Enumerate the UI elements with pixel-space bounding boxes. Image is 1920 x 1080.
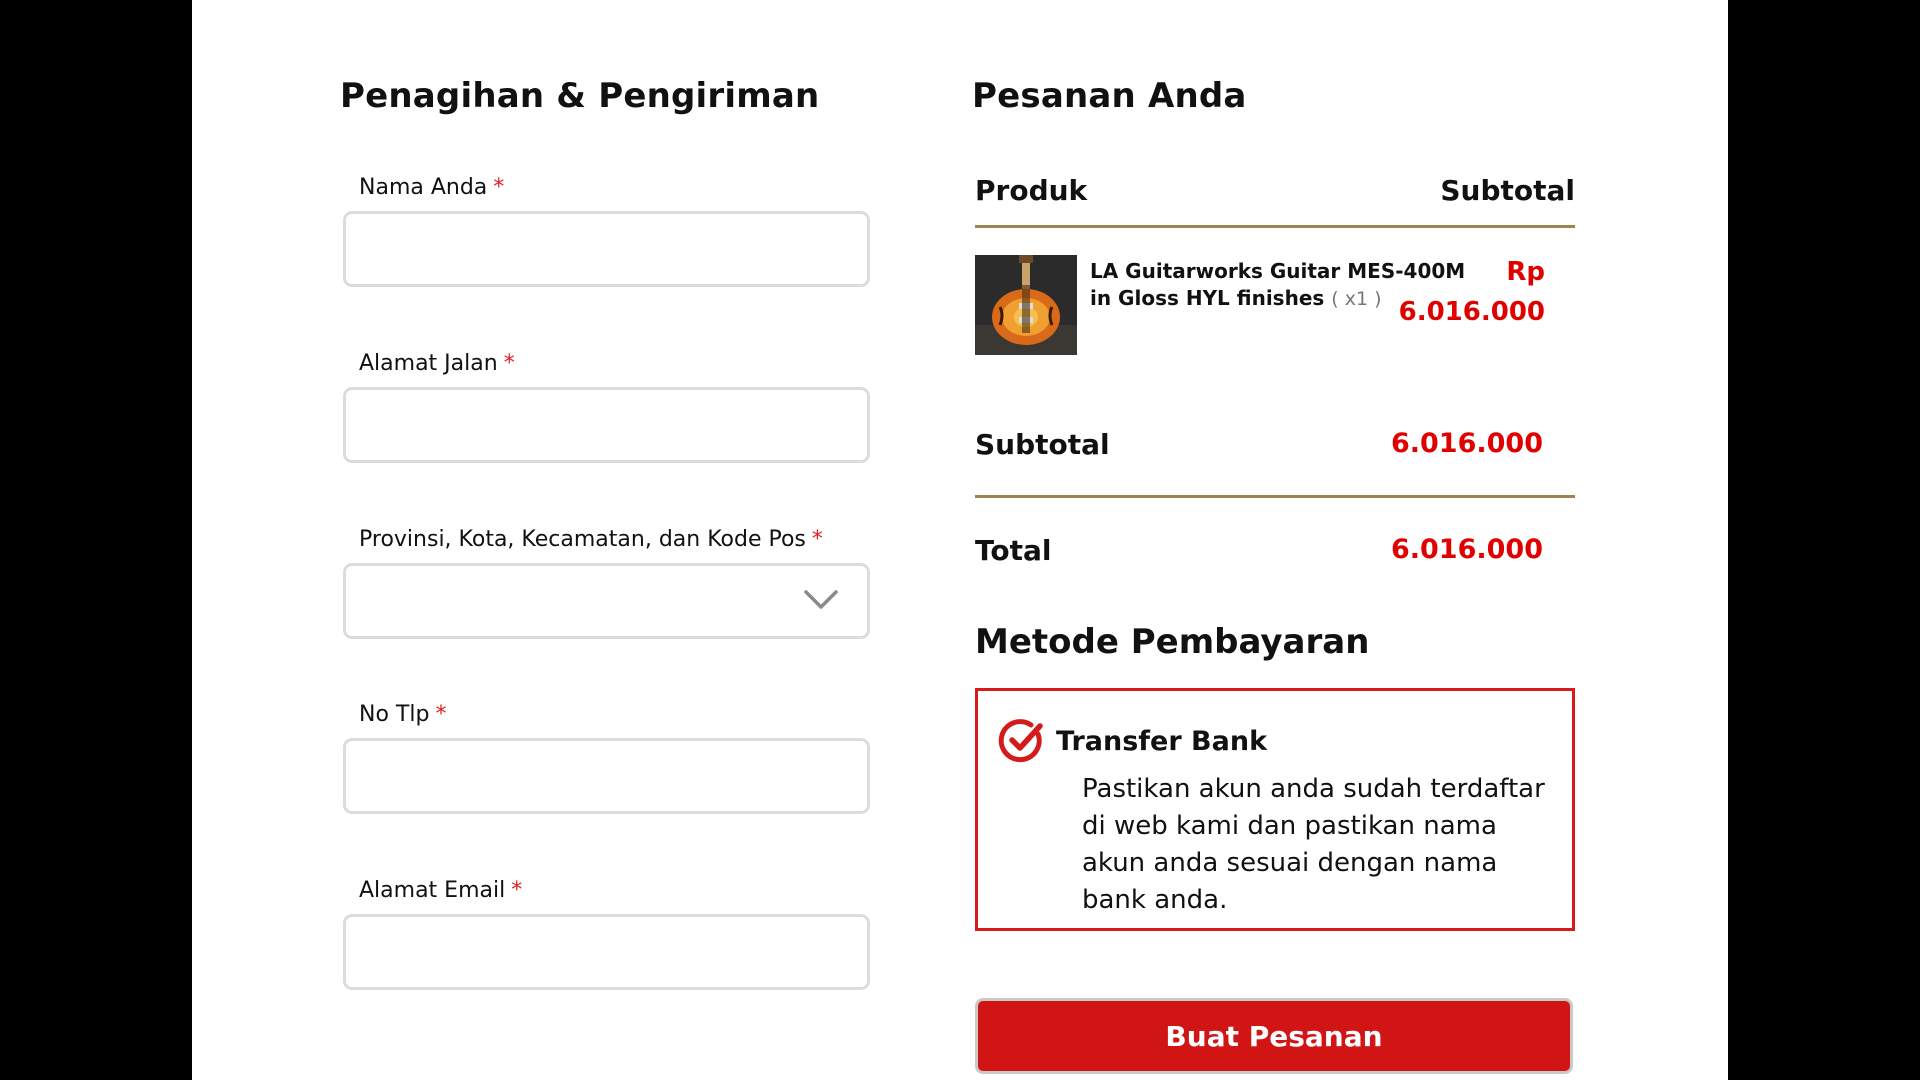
name-input[interactable] (343, 211, 870, 287)
product-price-value: 6.016.000 (1398, 297, 1545, 327)
phone-input[interactable] (343, 738, 870, 814)
order-title: Pesanan Anda (972, 76, 1247, 116)
name-label: Nama Anda * (359, 175, 505, 200)
product-price: Rp 6.016.000 (1399, 252, 1545, 332)
phone-label: No Tlp * (359, 702, 447, 727)
product-quantity: ( x1 ) (1331, 288, 1382, 310)
check-circle-icon (998, 719, 1043, 763)
total-value: 6.016.000 (1390, 534, 1543, 565)
street-input[interactable] (343, 387, 870, 463)
product-price-currency: Rp (1506, 257, 1545, 287)
street-label: Alamat Jalan * (359, 351, 515, 376)
billing-title: Penagihan & Pengiriman (340, 76, 820, 116)
region-select[interactable] (343, 563, 870, 639)
subtotal-label: Subtotal (975, 428, 1110, 461)
place-order-button[interactable]: Buat Pesanan (975, 998, 1573, 1074)
payment-option-bank-transfer[interactable]: Transfer Bank Pastikan akun anda sudah t… (975, 688, 1575, 931)
email-label: Alamat Email * (359, 878, 523, 903)
product-column-header: Produk (975, 174, 1088, 207)
chevron-down-icon (804, 590, 838, 609)
email-input[interactable] (343, 914, 870, 990)
payment-method-name: Transfer Bank (1056, 726, 1268, 757)
summary-divider (975, 495, 1575, 498)
payment-method-title: Metode Pembayaran (975, 622, 1370, 662)
checkout-page: Penagihan & Pengiriman Nama Anda * Alamat… (192, 0, 1728, 1080)
subtotal-value: 6.016.000 (1390, 428, 1543, 459)
guitar-image (975, 255, 1077, 355)
subtotal-column-header: Subtotal (1440, 174, 1575, 207)
order-table-header: Produk Subtotal (975, 174, 1575, 228)
total-label: Total (975, 534, 1052, 567)
region-label: Provinsi, Kota, Kecamatan, dan Kode Pos * (359, 527, 823, 552)
payment-method-description: Pastikan akun anda sudah terdaftar di we… (1082, 774, 1545, 915)
